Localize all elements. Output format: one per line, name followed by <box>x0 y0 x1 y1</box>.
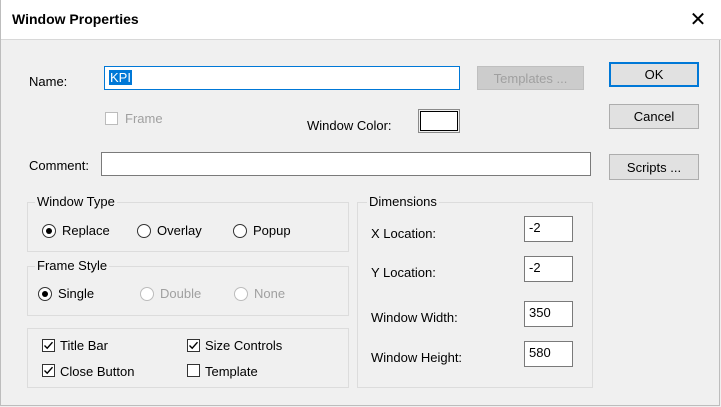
replace-radio[interactable] <box>42 224 56 238</box>
comment-input[interactable] <box>101 152 591 176</box>
single-radio[interactable] <box>38 287 52 301</box>
overlay-radio[interactable] <box>137 224 151 238</box>
double-radio[interactable] <box>140 287 154 301</box>
popup-radio[interactable] <box>233 224 247 238</box>
frame-style-title: Frame Style <box>35 258 110 273</box>
title-bar-label: Title Bar <box>60 338 108 353</box>
window-color-swatch[interactable] <box>418 109 460 133</box>
template-label: Template <box>205 364 258 379</box>
name-label: Name: <box>29 74 68 89</box>
single-label: Single <box>58 286 95 301</box>
window-properties-dialog: Window Properties ✕ Name: KPI Templates … <box>0 0 721 406</box>
window-type-title: Window Type <box>35 194 117 209</box>
close-button-label: Close Button <box>60 364 135 379</box>
y-location-label: Y Location: <box>371 265 436 280</box>
popup-label: Popup <box>253 223 291 238</box>
close-icon[interactable]: ✕ <box>681 4 715 34</box>
size-controls-label: Size Controls <box>205 338 283 353</box>
window-width-input[interactable]: 350 <box>524 301 573 327</box>
ok-button[interactable]: OK <box>609 62 699 87</box>
window-height-input[interactable]: 580 <box>524 341 573 367</box>
x-location-label: X Location: <box>371 226 437 241</box>
template-checkbox[interactable] <box>187 364 200 377</box>
y-location-input[interactable]: -2 <box>524 256 573 282</box>
x-location-input[interactable]: -2 <box>524 216 573 242</box>
frame-label: Frame <box>125 111 163 126</box>
dialog-title: Window Properties <box>12 11 139 27</box>
frame-checkbox[interactable] <box>105 112 118 125</box>
replace-label: Replace <box>62 223 110 238</box>
templates-button[interactable]: Templates ... <box>477 66 584 90</box>
cancel-button[interactable]: Cancel <box>609 104 699 129</box>
overlay-label: Overlay <box>157 223 202 238</box>
window-width-label: Window Width: <box>371 310 458 325</box>
window-height-label: Window Height: <box>371 350 463 365</box>
name-input-value: KPI <box>109 70 132 85</box>
none-radio[interactable] <box>234 287 248 301</box>
title-bar-checkbox[interactable] <box>42 339 55 352</box>
close-button-checkbox[interactable] <box>42 364 55 377</box>
comment-label: Comment: <box>29 158 89 173</box>
name-input[interactable]: KPI <box>104 66 460 90</box>
none-label: None <box>254 286 286 301</box>
scripts-button[interactable]: Scripts ... <box>609 154 699 180</box>
size-controls-checkbox[interactable] <box>187 339 200 352</box>
title-bar[interactable]: Window Properties ✕ <box>1 0 721 40</box>
window-color-label: Window Color: <box>307 118 392 133</box>
options-group <box>27 328 349 388</box>
double-label: Double <box>160 286 202 301</box>
dimensions-title: Dimensions <box>367 194 439 209</box>
